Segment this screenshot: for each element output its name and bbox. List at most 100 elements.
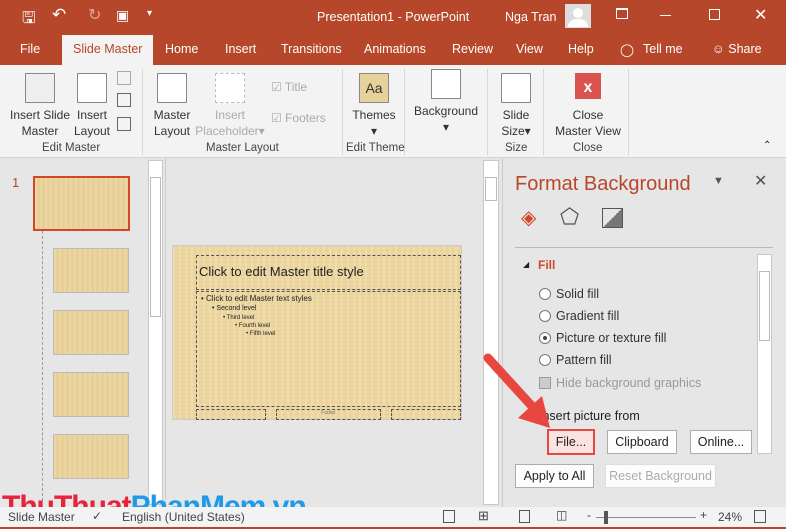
- level-4: • Fourth level: [235, 323, 271, 329]
- content-placeholder[interactable]: • Click to edit Master text styles • Sec…: [196, 291, 461, 407]
- insert-layout-button[interactable]: Insert Layout: [72, 73, 112, 139]
- close-window-button[interactable]: ✕: [754, 5, 767, 25]
- picture-icon[interactable]: [602, 208, 623, 228]
- label: Master View: [555, 124, 621, 138]
- status-bar: Slide Master ✓ English (United States) ⊞…: [0, 507, 786, 529]
- slide-master-thumbnail[interactable]: [33, 176, 130, 231]
- save-icon[interactable]: 🖫: [22, 7, 36, 34]
- fit-to-window-icon[interactable]: [754, 510, 766, 523]
- slide-sorter-icon[interactable]: ⊞: [478, 508, 489, 524]
- label: Title: [284, 80, 308, 94]
- hide-background-graphics-checkbox[interactable]: Hide background graphics: [539, 376, 701, 390]
- gradient-fill-radio[interactable]: Gradient fill: [539, 309, 619, 323]
- language-status[interactable]: English (United States): [122, 510, 245, 524]
- tab-home[interactable]: Home: [165, 42, 198, 56]
- group-label-master-layout: Master Layout: [206, 142, 279, 154]
- background-button[interactable]: Background ▾: [408, 69, 484, 135]
- slide-size-button[interactable]: Slide Size▾: [495, 73, 537, 139]
- redo-icon[interactable]: ↻: [88, 5, 101, 25]
- spelling-check-icon[interactable]: ✓: [92, 509, 102, 523]
- label: Insert: [76, 108, 107, 122]
- tab-animations[interactable]: Animations: [364, 42, 426, 56]
- collapse-fill-icon[interactable]: ◢: [523, 260, 529, 269]
- ribbon-display-options-icon[interactable]: [616, 8, 628, 19]
- layout-thumbnail[interactable]: [53, 248, 129, 293]
- collapse-ribbon-icon[interactable]: ⌃: [763, 140, 771, 151]
- tab-transitions[interactable]: Transitions: [281, 42, 342, 56]
- delete-icon[interactable]: [117, 71, 131, 85]
- zoom-slider[interactable]: [596, 511, 696, 524]
- tab-insert[interactable]: Insert: [225, 42, 256, 56]
- insert-slide-master-button[interactable]: Insert Slide Master: [8, 73, 72, 139]
- slide-canvas[interactable]: Click to edit Master title style • Click…: [172, 245, 462, 420]
- close-pane-icon[interactable]: ✕: [754, 171, 767, 191]
- fill-line-icon[interactable]: ◈: [521, 205, 536, 230]
- fill-section-header[interactable]: Fill: [538, 258, 555, 272]
- title-checkbox[interactable]: ☑ Title: [271, 80, 307, 94]
- reset-background-button[interactable]: Reset Background: [605, 464, 716, 488]
- label: Layout: [153, 124, 191, 138]
- normal-view-icon[interactable]: [443, 510, 455, 523]
- thumbnail-scrollbar[interactable]: [148, 160, 163, 505]
- pane-scrollbar[interactable]: [757, 254, 772, 454]
- solid-fill-radio[interactable]: Solid fill: [539, 287, 599, 301]
- tab-view[interactable]: View: [516, 42, 543, 56]
- title-placeholder[interactable]: Click to edit Master title style: [196, 255, 461, 290]
- user-name[interactable]: Nga Tran: [505, 10, 556, 24]
- editor-scrollbar[interactable]: [483, 160, 499, 505]
- effects-icon[interactable]: ⬠: [560, 204, 579, 230]
- online-button[interactable]: Online...: [690, 430, 752, 454]
- share-button[interactable]: ☺ Share: [712, 42, 762, 56]
- group-label-close: Close: [573, 142, 603, 154]
- insert-slide-master-icon: [25, 73, 55, 103]
- window-title: Presentation1 - PowerPoint: [317, 10, 470, 24]
- slide-number: 1: [12, 175, 20, 190]
- close-master-view-button[interactable]: x Close Master View: [548, 73, 628, 139]
- footers-checkbox[interactable]: ☑ Footers: [271, 111, 326, 125]
- pane-options-icon[interactable]: ▼: [713, 175, 724, 187]
- zoom-level[interactable]: 24%: [718, 510, 742, 524]
- insert-placeholder-button[interactable]: Insert Placeholder▾: [195, 73, 265, 139]
- footer-placeholder[interactable]: Footer: [276, 409, 381, 420]
- radio-circle: [539, 288, 551, 300]
- rename-icon[interactable]: [117, 93, 131, 107]
- avatar[interactable]: [565, 4, 591, 28]
- tab-file[interactable]: File: [20, 42, 40, 56]
- date-placeholder[interactable]: [196, 409, 266, 420]
- label: Insert: [214, 108, 245, 122]
- tab-slide-master[interactable]: Slide Master: [62, 35, 154, 65]
- apply-to-all-button[interactable]: Apply to All: [515, 464, 594, 488]
- label: Master: [153, 108, 191, 122]
- tab-help[interactable]: Help: [568, 42, 594, 56]
- start-slideshow-icon[interactable]: ▣: [116, 7, 129, 24]
- undo-icon[interactable]: ↶: [52, 5, 66, 25]
- group-label-size: Size: [505, 142, 528, 154]
- zoom-slider-thumb[interactable]: [604, 511, 608, 524]
- slide-number-placeholder[interactable]: [391, 409, 461, 420]
- layout-thumbnail[interactable]: [53, 310, 129, 355]
- reading-view-icon[interactable]: [519, 510, 530, 523]
- zoom-out-button[interactable]: -: [587, 508, 591, 522]
- preserve-icon[interactable]: [117, 117, 131, 131]
- tell-me-search[interactable]: Tell me: [643, 42, 683, 56]
- picture-texture-fill-radio[interactable]: Picture or texture fill: [539, 331, 666, 345]
- label: Layout: [73, 124, 111, 138]
- label: Master: [21, 124, 59, 138]
- maximize-button[interactable]: [709, 9, 720, 20]
- group-label-edit-master: Edit Master: [42, 142, 101, 154]
- label: Insert Slide: [9, 108, 71, 122]
- ribbon-tabs: File Slide Master Home Insert Transition…: [0, 33, 786, 65]
- layout-thumbnail[interactable]: [53, 372, 129, 417]
- minimize-button[interactable]: [660, 15, 671, 16]
- themes-icon: Aa: [359, 73, 389, 103]
- format-background-pane: Format Background ▼ ✕ ◈ ⬠ ◢ Fill Solid f…: [502, 158, 786, 507]
- zoom-in-button[interactable]: +: [700, 508, 707, 522]
- layout-thumbnail[interactable]: [53, 434, 129, 479]
- tab-review[interactable]: Review: [452, 42, 493, 56]
- clipboard-button[interactable]: Clipboard: [607, 430, 677, 454]
- slideshow-icon[interactable]: ◫: [556, 508, 567, 522]
- master-layout-button[interactable]: Master Layout: [150, 73, 194, 139]
- customize-toolbar-icon[interactable]: ▾: [147, 8, 152, 19]
- themes-button[interactable]: Aa Themes ▾: [348, 73, 400, 139]
- dropdown-arrow-icon: ▾: [370, 124, 378, 138]
